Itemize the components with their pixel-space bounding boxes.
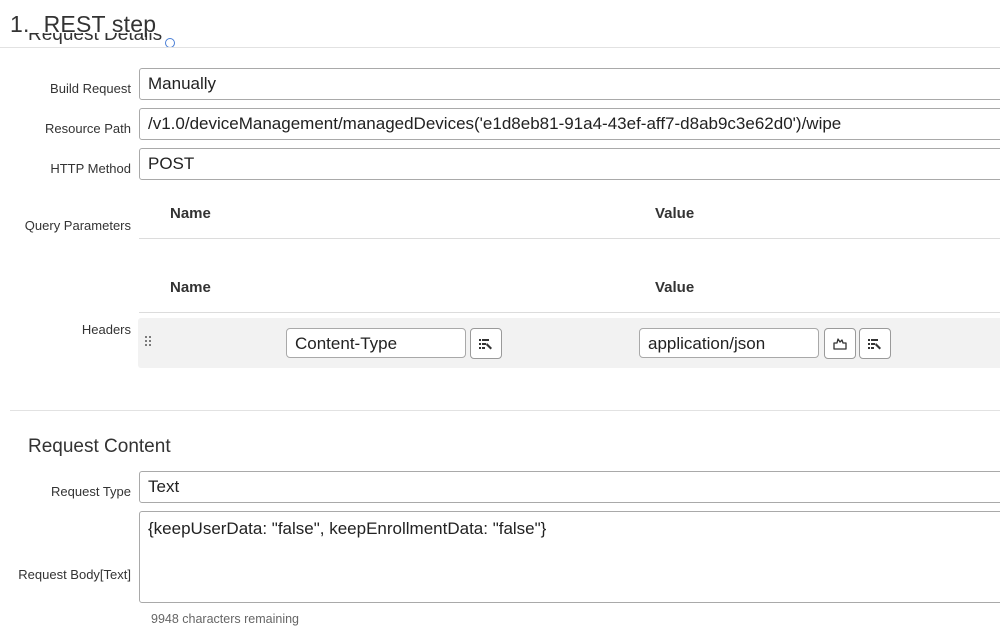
headers-name-column: Name (170, 279, 211, 296)
headers-value-column: Value (655, 279, 695, 296)
drag-handle-icon[interactable] (145, 336, 153, 348)
secret-icon (833, 337, 847, 350)
query-value-column: Value (655, 205, 695, 222)
header-divider (0, 47, 1000, 48)
step-number: 1. (10, 11, 30, 37)
resource-path-input[interactable]: /v1.0/deviceManagement/managedDevices('e… (139, 108, 1000, 140)
request-type-label: Request Type (51, 484, 131, 499)
resource-path-label: Resource Path (45, 121, 131, 136)
request-body-label: Request Body[Text] (18, 567, 131, 582)
variable-picker-icon (479, 338, 492, 349)
variable-picker-icon (868, 338, 881, 349)
http-method-select[interactable]: POST (139, 148, 1000, 180)
request-content-title: Request Content (28, 436, 171, 457)
secret-toggle-button[interactable] (824, 328, 856, 359)
query-parameters-header: Name Value (139, 199, 1000, 239)
request-type-select[interactable]: Text (139, 471, 1000, 503)
headers-label: Headers (81, 322, 131, 337)
build-request-select[interactable]: Manually (139, 68, 1000, 100)
http-method-label: HTTP Method (50, 161, 131, 176)
build-request-label: Build Request (50, 81, 131, 96)
header-row: Content-Type application/json (138, 318, 1000, 368)
name-variable-picker-button[interactable] (470, 328, 502, 359)
headers-header: Name Value (139, 273, 1000, 313)
header-name-input[interactable]: Content-Type (286, 328, 466, 358)
header-value-input[interactable]: application/json (639, 328, 819, 358)
request-details-title: Request Details (28, 33, 163, 45)
value-variable-picker-button[interactable] (859, 328, 891, 359)
section-divider (10, 410, 1000, 411)
request-details-heading: Request Details (28, 33, 228, 47)
info-icon[interactable] (165, 38, 175, 47)
query-name-column: Name (170, 205, 211, 222)
request-body-textarea[interactable]: {keepUserData: "false", keepEnrollmentDa… (139, 511, 1000, 603)
chars-remaining: 9948 characters remaining (151, 612, 299, 626)
query-parameters-label: Query Parameters (24, 218, 131, 233)
